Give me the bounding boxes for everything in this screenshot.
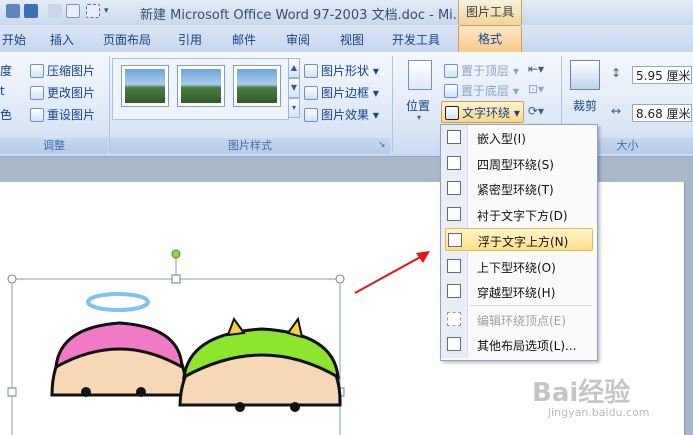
wrap-behind-icon: [447, 207, 461, 221]
reset-picture-icon: [30, 108, 44, 122]
align-icon[interactable]: ⇤▾: [528, 62, 544, 76]
picture-border-button[interactable]: 图片边框 ▾: [304, 84, 379, 101]
picture-style-thumb[interactable]: [122, 66, 168, 106]
menu-item-behind-text[interactable]: 衬于文字下方(D): [445, 203, 593, 226]
picture-style-thumb[interactable]: [178, 66, 224, 106]
wrap-square-icon: [447, 156, 461, 170]
horn: [286, 316, 304, 339]
select-icon[interactable]: [86, 4, 100, 18]
halo: [86, 292, 150, 312]
tab-format[interactable]: 格式: [458, 25, 522, 54]
change-picture-button[interactable]: 更改图片: [30, 84, 95, 101]
position-icon[interactable]: [408, 60, 432, 90]
send-to-back-button[interactable]: 置于底层 ▾: [444, 82, 519, 99]
qat-customize-icon[interactable]: ▾: [104, 6, 109, 16]
recolor-partial[interactable]: 色: [0, 106, 12, 123]
menu-separator: [470, 305, 592, 306]
picture-border-icon: [304, 86, 318, 100]
wrap-inline-icon: [447, 130, 461, 144]
watermark-url: jingyan.baidu.com: [548, 406, 650, 419]
compress-pictures-button[interactable]: 压缩图片: [30, 62, 95, 79]
tab-insert[interactable]: 插入: [50, 31, 74, 48]
text-wrap-label-wrap: 文字环绕 ▾: [445, 104, 520, 121]
group-label-adjust: 调整: [0, 138, 108, 154]
position-button[interactable]: 位置: [406, 97, 430, 114]
watermark-logo: Bai经验: [532, 378, 631, 408]
tab-developer[interactable]: 开发工具: [392, 31, 440, 48]
picture-tools-header: 图片工具: [458, 0, 522, 25]
picture-effects-icon: [304, 108, 318, 122]
menu-item-through[interactable]: 穿越型环绕(H): [445, 280, 593, 303]
width-input[interactable]: 8.68 厘米: [632, 104, 692, 122]
gallery-scroll-up[interactable]: ▲: [288, 58, 300, 78]
crop-icon[interactable]: [570, 60, 600, 90]
height-icon: ↕: [611, 66, 622, 80]
tab-page-layout[interactable]: 页面布局: [103, 31, 151, 48]
window-title: 新建 Microsoft Office Word 97-2003 文档.doc …: [140, 8, 466, 23]
crop-button[interactable]: 裁剪: [573, 97, 597, 114]
resize-handle[interactable]: [171, 274, 181, 284]
reset-picture-button[interactable]: 重设图片: [30, 106, 95, 123]
bring-front-icon: [444, 64, 458, 78]
menu-item-top-bottom[interactable]: 上下型环绕(O): [445, 255, 593, 278]
tab-review[interactable]: 审阅: [286, 31, 310, 48]
undo-icon[interactable]: [24, 4, 38, 18]
gallery-more[interactable]: ▾: [288, 98, 300, 118]
text-wrap-icon: [445, 106, 459, 120]
resize-handle[interactable]: [7, 387, 17, 397]
height-input[interactable]: 5.95 厘米: [632, 66, 692, 84]
width-icon: ↔: [611, 104, 622, 118]
wrap-tight-icon: [447, 181, 461, 195]
picture-style-thumb[interactable]: [234, 66, 280, 106]
gallery-scroll-down[interactable]: ▼: [288, 78, 300, 98]
layout-options-icon: [447, 337, 461, 351]
save-icon[interactable]: [6, 4, 20, 18]
menu-item-tight[interactable]: 紧密型环绕(T): [445, 177, 593, 200]
group-icon[interactable]: ⊡▾: [528, 82, 544, 96]
rotate-icon[interactable]: ⟳▾: [528, 104, 544, 118]
bring-to-front-button[interactable]: 置于顶层 ▾: [444, 62, 519, 79]
menu-item-in-front-of-text[interactable]: 浮于文字上方(N): [445, 228, 593, 251]
group-separator: [392, 56, 393, 152]
menu-item-more-layout[interactable]: 其他布局选项(L)...: [445, 333, 593, 356]
tab-view[interactable]: 视图: [340, 31, 364, 48]
contrast-partial[interactable]: t: [0, 84, 5, 98]
picture-effects-button[interactable]: 图片效果 ▾: [304, 106, 379, 123]
picture-shape-icon: [304, 64, 318, 78]
wrap-top-bottom-icon: [447, 259, 461, 273]
selected-picture[interactable]: [0, 245, 360, 435]
rotate-handle[interactable]: [171, 249, 181, 259]
annotation-arrow: [354, 251, 430, 294]
edit-points-icon: [447, 312, 461, 326]
group-label-picture-styles: 图片样式: [110, 138, 390, 154]
resize-handle[interactable]: [335, 274, 345, 284]
dialog-launcher-icon[interactable]: ↘: [378, 140, 386, 150]
menu-item-inline[interactable]: 嵌入型(I): [445, 126, 593, 149]
resize-handle[interactable]: [7, 274, 17, 284]
chevron-down-icon: ▾: [417, 113, 422, 122]
picture-shape-button[interactable]: 图片形状 ▾: [304, 62, 379, 79]
wrap-through-icon: [447, 284, 461, 298]
tab-mailings[interactable]: 邮件: [232, 31, 256, 48]
menu-item-square[interactable]: 四周型环绕(S): [445, 152, 593, 175]
tab-references[interactable]: 引用: [178, 31, 202, 48]
brightness-partial[interactable]: 度: [0, 62, 12, 79]
menu-item-edit-wrap-points[interactable]: 编辑环绕顶点(E): [445, 308, 593, 331]
tab-home[interactable]: 开始: [2, 31, 26, 48]
print-preview-icon[interactable]: [66, 4, 80, 18]
redo-icon[interactable]: [48, 4, 62, 18]
horn: [226, 316, 246, 337]
wrap-front-icon: [448, 233, 462, 247]
compress-icon: [30, 64, 44, 78]
change-picture-icon: [30, 86, 44, 100]
send-back-icon: [444, 84, 458, 98]
